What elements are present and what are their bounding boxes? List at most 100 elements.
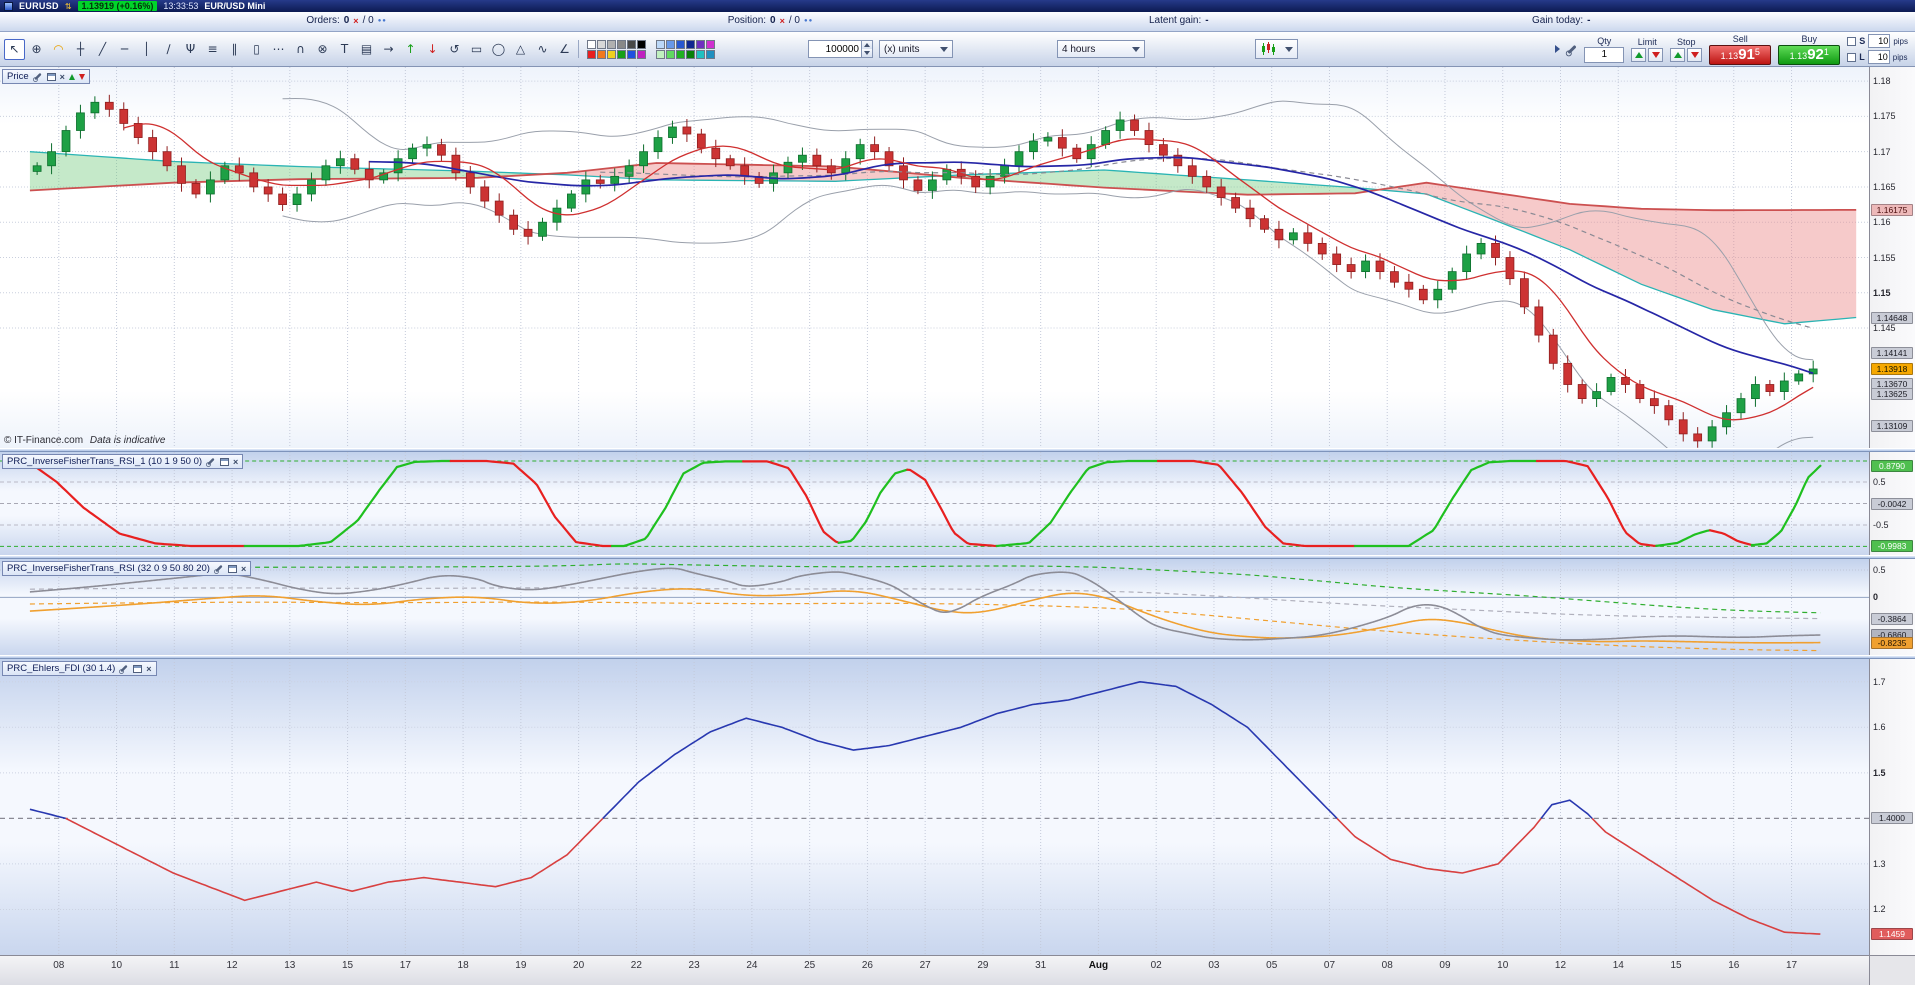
price-settings-wrench-icon[interactable] — [33, 72, 42, 81]
wave-tool-button[interactable]: ∿ — [532, 39, 553, 60]
color-swatch[interactable] — [607, 39, 616, 49]
alarm-tool-button[interactable]: ◠ — [48, 39, 69, 60]
quantity-input[interactable] — [809, 41, 861, 57]
order-settings-wrench-icon[interactable] — [1567, 44, 1577, 54]
chart-style-button[interactable] — [1255, 39, 1298, 59]
take-profit-pips-input[interactable] — [1867, 50, 1890, 64]
timeframe-select[interactable]: 4 hours — [1057, 40, 1145, 58]
units-select[interactable]: (x) units — [879, 40, 953, 58]
color-swatch[interactable] — [597, 39, 606, 49]
pitchfork-tool-button[interactable]: Ψ — [180, 39, 201, 60]
color-swatch[interactable] — [706, 39, 715, 49]
color-swatch[interactable] — [706, 49, 715, 59]
color-swatch[interactable] — [656, 39, 665, 49]
text-tool-button[interactable]: T — [334, 39, 355, 60]
buy-stop-button[interactable] — [1670, 47, 1686, 62]
ifr1-settings-wrench-icon[interactable] — [207, 457, 215, 466]
color-swatch[interactable] — [617, 49, 626, 59]
color-swatch[interactable] — [627, 49, 636, 59]
quantity-stepper[interactable] — [861, 41, 872, 57]
eraser-tool-button[interactable]: ⊗ — [312, 39, 333, 60]
ifr1-plot[interactable]: PRC_InverseFisherTrans_RSI_1 (10 1 9 50 … — [0, 452, 1869, 555]
color-swatch[interactable] — [656, 49, 665, 59]
symbol-updown-icon[interactable]: ⇅ — [65, 2, 72, 11]
price-plot[interactable]: Price × © IT-Finance.com Data is indicat… — [0, 67, 1869, 448]
price-close-icon[interactable]: × — [60, 72, 65, 82]
fdi-settings-wrench-icon[interactable] — [120, 664, 128, 673]
triangle-tool-button[interactable]: △ — [510, 39, 531, 60]
sell-button[interactable]: 1.13 91 5 — [1709, 44, 1772, 65]
color-swatch[interactable] — [607, 49, 616, 59]
color-swatch[interactable] — [587, 49, 596, 59]
ifr1-window-icon[interactable] — [220, 457, 230, 466]
ifr1-close-icon[interactable]: × — [233, 457, 238, 467]
color-swatch[interactable] — [696, 39, 705, 49]
rectangle-tool-button[interactable]: ▭ — [466, 39, 487, 60]
price-window-icon[interactable] — [46, 72, 56, 81]
ifr2-close-icon[interactable]: × — [241, 564, 246, 574]
zoom-tool-button[interactable]: ⊕ — [26, 39, 47, 60]
horizontal-line-tool-button[interactable]: ─ — [114, 39, 135, 60]
channel-tool-button[interactable]: ∥ — [224, 39, 245, 60]
color-swatch[interactable] — [666, 39, 675, 49]
fdi-close-icon[interactable]: × — [146, 664, 151, 674]
ifr2-axis[interactable]: 0.5 0 -0.3864 -0.6860 -0.8235 — [1869, 559, 1915, 655]
color-swatch[interactable] — [637, 49, 646, 59]
ifr2-panel: PRC_InverseFisherTrans_RSI (32 0 9 50 80… — [0, 559, 1915, 655]
color-swatch[interactable] — [686, 39, 695, 49]
pointer-tool-button[interactable]: ↖ — [4, 38, 25, 60]
sell-limit-button[interactable] — [1648, 47, 1664, 62]
price-axis[interactable]: 1.18 1.175 1.17 1.165 1.16 1.155 1.15 1.145 1.16… — [1869, 67, 1915, 448]
color-swatch[interactable] — [686, 49, 695, 59]
color-swatch[interactable] — [617, 39, 626, 49]
arrow-up-tool-button[interactable]: ↑ — [400, 39, 421, 60]
ifr2-settings-wrench-icon[interactable] — [215, 564, 223, 573]
ifr2-window-icon[interactable] — [227, 564, 237, 573]
color-swatch[interactable] — [666, 49, 675, 59]
color-swatch[interactable] — [627, 39, 636, 49]
position-settings-icon[interactable]: ●● — [804, 18, 813, 24]
time-axis[interactable]: 08 10 11 12 13 15 17 18 19 20 22 23 24 25 26 27 29 31 Aug 0… — [0, 956, 1869, 985]
vertical-line-tool-button[interactable]: │ — [136, 39, 157, 60]
color-swatch[interactable] — [587, 39, 596, 49]
price-scale-up-icon[interactable] — [68, 73, 75, 80]
cancel-orders-icon[interactable]: × — [353, 16, 358, 26]
fibonacci-tool-button[interactable]: ≡ — [202, 39, 223, 60]
take-profit-checkbox[interactable] — [1847, 52, 1857, 62]
stop-loss-checkbox[interactable] — [1847, 36, 1857, 46]
dots-tool-button[interactable]: ⋯ — [268, 39, 289, 60]
order-panel-expand-icon[interactable] — [1555, 45, 1561, 53]
stop-loss-pips-input[interactable] — [1868, 34, 1891, 48]
color-swatch[interactable] — [597, 49, 606, 59]
crosshair-tool-button[interactable]: ┼ — [70, 39, 91, 60]
sell-stop-button[interactable] — [1687, 47, 1703, 62]
arrow-down-tool-button[interactable]: ↓ — [422, 39, 443, 60]
segment-tool-button[interactable]: ∕ — [158, 39, 179, 60]
note-tool-button[interactable]: ▤ — [356, 39, 377, 60]
fdi-window-icon[interactable] — [133, 664, 143, 673]
order-qty-input[interactable] — [1584, 46, 1625, 63]
symbol-label[interactable]: EURUSD — [19, 1, 59, 11]
trash-tool-button[interactable]: ▯ — [246, 39, 267, 60]
wave-icon: ∿ — [537, 42, 548, 56]
arrow-right-tool-button[interactable]: → — [378, 39, 399, 60]
trendline-tool-button[interactable]: ╱ — [92, 39, 113, 60]
ifr2-plot[interactable]: PRC_InverseFisherTrans_RSI (32 0 9 50 80… — [0, 559, 1869, 655]
fdi-axis[interactable]: 1.7 1.6 1.5 1.3 1.2 1.4000 1.1459 — [1869, 659, 1915, 955]
color-swatch[interactable] — [696, 49, 705, 59]
close-position-icon[interactable]: × — [780, 16, 785, 26]
angle-tool-button[interactable]: ∠ — [554, 39, 575, 60]
ifr1-axis[interactable]: 0.5 -0.5 0.8790 -0.0042 -0.9983 — [1869, 452, 1915, 555]
fdi-plot[interactable]: PRC_Ehlers_FDI (30 1.4) × — [0, 659, 1869, 955]
price-scale-down-icon[interactable] — [78, 73, 85, 80]
magnet-tool-button[interactable]: ∩ — [290, 39, 311, 60]
color-swatch[interactable] — [637, 39, 646, 49]
buy-group: Buy 1.13 92 1 — [1778, 34, 1841, 65]
orders-settings-icon[interactable]: ●● — [378, 18, 387, 24]
ellipse-tool-button[interactable]: ◯ — [488, 39, 509, 60]
color-swatch[interactable] — [676, 39, 685, 49]
undo-tool-button[interactable]: ↺ — [444, 39, 465, 60]
color-swatch[interactable] — [676, 49, 685, 59]
buy-limit-button[interactable] — [1631, 47, 1647, 62]
buy-button[interactable]: 1.13 92 1 — [1778, 44, 1841, 65]
